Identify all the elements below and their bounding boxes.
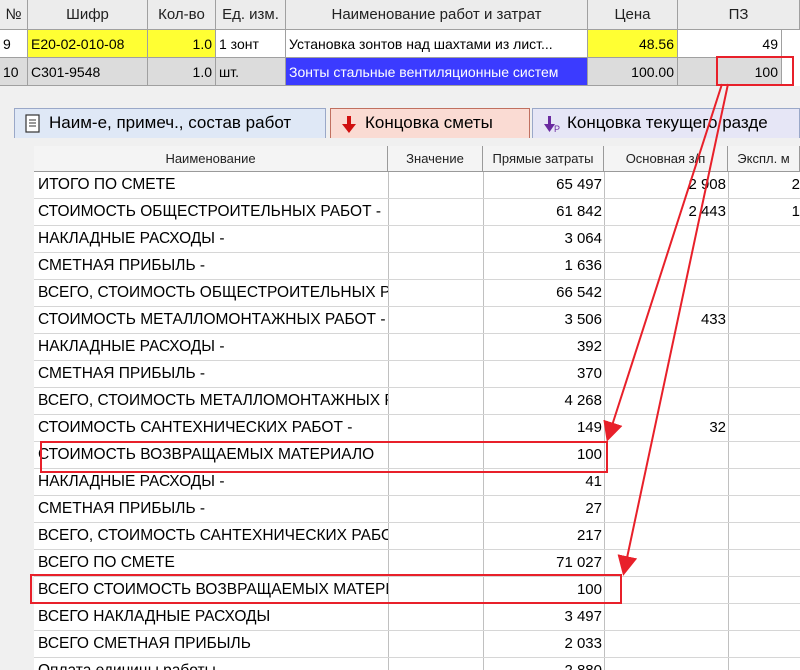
annotation-arrows: [603, 83, 729, 576]
arrow-to-returnable-materials: [603, 83, 723, 442]
arrow-to-total-returnable-materials: [617, 83, 729, 576]
